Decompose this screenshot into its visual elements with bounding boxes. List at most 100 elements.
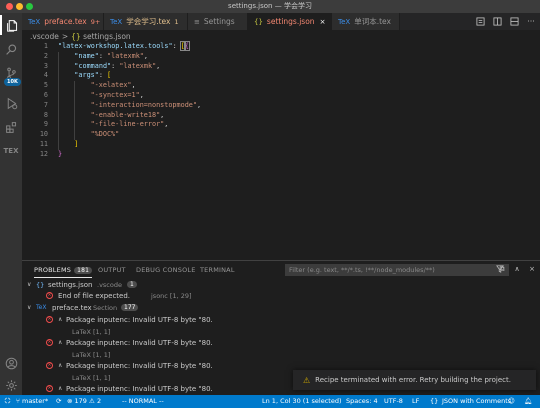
code-text: "name": "latexmk", xyxy=(74,52,148,60)
code-line[interactable]: 11] xyxy=(22,140,540,150)
code-token: , xyxy=(160,110,165,119)
code-token: : xyxy=(98,51,108,60)
line-number: 9 xyxy=(43,120,48,129)
problem-group[interactable]: ∨ {} settings.json .vscode 1 xyxy=(22,281,540,292)
code-token: , xyxy=(164,120,169,129)
code-line[interactable]: 7 "-interaction=nonstopmode", xyxy=(22,101,540,111)
problem-row[interactable]: × ∧ Package inputenc: Invalid UTF-8 byte "… xyxy=(22,316,540,327)
warning-icon: ⚠ xyxy=(89,397,95,405)
split-editor-icon[interactable] xyxy=(492,16,502,26)
code-line[interactable]: 2 "name": "latexmk", xyxy=(22,52,540,62)
sync-icon[interactable]: ⟳ xyxy=(56,397,61,405)
tab-dancibeng-tex[interactable]: TeX 单词本.tex xyxy=(332,13,400,30)
code-line[interactable]: 10 "%DOC%" xyxy=(22,130,540,140)
run-debug-icon[interactable] xyxy=(0,93,22,113)
notification-toast[interactable]: ⚠ Recipe terminated with error. Retry bu… xyxy=(293,370,536,390)
tab-settings-json[interactable]: {} settings.json × xyxy=(248,13,332,30)
code-token: "latexmk" xyxy=(107,51,144,60)
line-number: 1 xyxy=(43,42,48,50)
toggle-layout-icon[interactable] xyxy=(509,16,519,26)
line-number: 10 xyxy=(39,130,48,139)
code-line[interactable]: 9 "-file-line-error", xyxy=(22,120,540,130)
open-settings-ui-icon[interactable] xyxy=(475,16,485,26)
chevron-down-icon: ∨ xyxy=(27,304,32,311)
code-line[interactable]: 4 "args": [ xyxy=(22,71,540,81)
close-panel-icon[interactable]: × xyxy=(528,265,536,273)
panel-tabs: PROBLEMS 181 OUTPUT DEBUG CONSOLE TERMINA… xyxy=(22,261,540,280)
code-text: "-enable-write18", xyxy=(91,111,165,119)
chevron-up-icon[interactable]: ∧ xyxy=(58,339,62,346)
encoding-status[interactable]: UTF-8 xyxy=(384,397,403,405)
code-token: , xyxy=(131,81,136,90)
latex-workshop-icon[interactable]: TEX xyxy=(0,141,22,161)
collapse-all-icon[interactable]: ⧉ xyxy=(498,265,506,273)
code-token: "-file-line-error" xyxy=(90,120,165,129)
problem-count-badge: 1 xyxy=(127,281,137,288)
problems-filter-input[interactable]: Filter (e.g. text, **/*.ts, !**/node_mod… xyxy=(285,264,509,276)
breadcrumb: .vscode >{} settings.json xyxy=(30,32,131,41)
title-bar: settings.json — 学会学习 xyxy=(0,0,540,13)
code-token: : xyxy=(172,42,181,50)
problem-group[interactable]: ∨ TeX preface.tex Section 177 xyxy=(22,304,540,315)
chevron-up-icon[interactable]: ∧ xyxy=(58,316,62,323)
source-control-badge: 10K xyxy=(4,78,21,86)
eol-status[interactable]: LF xyxy=(412,397,419,405)
problems-status[interactable]: ⊗ 179 ⚠ 2 xyxy=(67,397,101,405)
tab-xuehui-xuexi-tex[interactable]: TeX 学会学习.tex 1 xyxy=(104,13,188,30)
editor-actions: ··· xyxy=(475,16,536,26)
line-number: 11 xyxy=(39,140,48,148)
code-token: "name" xyxy=(74,51,99,60)
code-text: "-file-line-error", xyxy=(91,120,169,128)
tab-terminal[interactable]: TERMINAL xyxy=(200,266,235,274)
tab-output[interactable]: OUTPUT xyxy=(98,266,126,274)
code-token: "-xelatex" xyxy=(90,81,132,90)
tex-file-icon: TeX xyxy=(338,17,351,26)
code-line[interactable]: 1 "latex-workshop.latex.tools": [{ xyxy=(22,41,540,52)
code-line[interactable]: 8 "-enable-write18", xyxy=(22,111,540,121)
tab-preface-tex[interactable]: TeX preface.tex 9+ xyxy=(22,13,104,30)
tab-settings[interactable]: ≡ Settings xyxy=(188,13,248,30)
maximize-panel-icon[interactable]: ∧ xyxy=(513,265,521,273)
code-line[interactable]: 5 "-xelatex", xyxy=(22,81,540,91)
git-branch-status[interactable]: ⑂ master* xyxy=(16,397,48,405)
activity-bar: 10K TEX xyxy=(0,13,22,395)
problem-row[interactable]: × ∧ Package inputenc: Invalid UTF-8 byte "… xyxy=(22,339,540,350)
language-mode-status[interactable]: JSON with Comments xyxy=(442,397,511,405)
tab-debug-console[interactable]: DEBUG CONSOLE xyxy=(136,266,196,274)
tab-problems[interactable]: PROBLEMS 181 xyxy=(34,266,93,278)
code-text: "-interaction=nonstopmode", xyxy=(91,101,202,109)
manage-gear-icon[interactable] xyxy=(0,375,22,395)
problem-detail-row[interactable]: LaTeX [1, 1] xyxy=(22,351,540,362)
code-line[interactable]: 3 "command": "latexmk", xyxy=(22,62,540,72)
problem-detail-row[interactable]: LaTeX [1, 1] xyxy=(22,328,540,339)
code-token: , xyxy=(197,100,202,109)
chevron-up-icon[interactable]: ∧ xyxy=(58,362,62,369)
code-text: } xyxy=(58,150,62,158)
remote-icon[interactable] xyxy=(4,397,11,405)
chevron-up-icon[interactable]: ∧ xyxy=(58,385,62,392)
settings-list-icon: ≡ xyxy=(194,17,200,26)
code-token: [ xyxy=(107,71,112,80)
search-icon[interactable] xyxy=(0,39,22,59)
more-actions-icon[interactable]: ··· xyxy=(526,16,536,26)
code-editor[interactable]: 1 "latex-workshop.latex.tools": [{2 "name"… xyxy=(22,41,540,258)
feedback-icon[interactable]: ☺ xyxy=(508,397,515,405)
account-icon[interactable] xyxy=(0,353,22,373)
code-line[interactable]: 6 "-synctex=1", xyxy=(22,91,540,101)
code-token: : xyxy=(98,71,108,80)
code-line[interactable]: 12} xyxy=(22,150,540,160)
cursor-position-status[interactable]: Ln 1, Col 30 (1 selected) xyxy=(262,397,342,405)
code-text: "-xelatex", xyxy=(91,81,136,89)
extensions-icon[interactable] xyxy=(0,117,22,137)
warning-icon: ⚠ xyxy=(303,375,311,385)
json-braces-icon: {} xyxy=(254,17,263,26)
problem-count-badge: 177 xyxy=(121,304,139,311)
problem-row[interactable]: × End of file expected. jsonc [1, 29] xyxy=(22,292,540,303)
indentation-status[interactable]: Spaces: 4 xyxy=(346,397,378,405)
breadcrumb-folder[interactable]: .vscode xyxy=(30,32,59,41)
breadcrumb-file[interactable]: settings.json xyxy=(83,32,131,41)
notifications-bell-icon[interactable]: 🔔︎ xyxy=(524,397,532,405)
close-tab-icon[interactable]: × xyxy=(320,18,326,26)
explorer-icon[interactable] xyxy=(0,15,22,35)
code-token: { xyxy=(183,41,190,51)
